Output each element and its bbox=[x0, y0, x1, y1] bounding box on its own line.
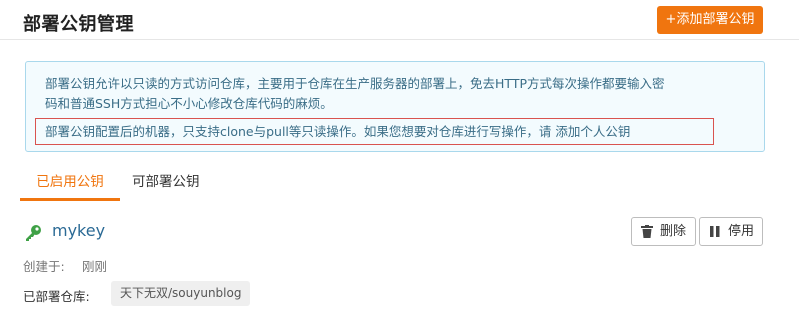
deployed-repos-label: 已部署仓库: bbox=[23, 289, 90, 304]
delete-button-label: 删除 bbox=[660, 224, 687, 239]
key-icon bbox=[26, 225, 41, 241]
info-text-line-2: 码和普通SSH方式担心不小心修改仓库代码的麻烦。 bbox=[45, 96, 333, 111]
delete-button[interactable]: 删除 bbox=[631, 217, 696, 246]
add-deploy-key-button[interactable]: +添加部署公钥 bbox=[657, 6, 763, 34]
readonly-notice-highlight: 部署公钥配置后的机器，只支持clone与pull等只读操作。如果您想要对仓库进行… bbox=[35, 118, 714, 145]
created-value: 刚刚 bbox=[82, 259, 108, 274]
repo-tag[interactable]: 天下无双/souyunblog bbox=[111, 281, 251, 306]
info-text-line-3[interactable]: 部署公钥配置后的机器，只支持clone与pull等只读操作。如果您想要对仓库进行… bbox=[45, 121, 630, 142]
disable-button[interactable]: 停用 bbox=[699, 217, 763, 246]
trash-icon bbox=[641, 225, 653, 238]
info-text-line-1: 部署公钥允许以只读的方式访问仓库，主要用于仓库在生产服务器的部署上，免去HTTP… bbox=[45, 76, 665, 91]
tab-deployable-keys[interactable]: 可部署公钥 bbox=[132, 167, 200, 201]
disable-button-label: 停用 bbox=[728, 224, 755, 239]
key-name: mykey bbox=[52, 221, 106, 240]
page-header: 部署公钥管理 +添加部署公钥 bbox=[0, 0, 799, 40]
created-label: 创建于: bbox=[23, 259, 65, 274]
tab-enabled-keys[interactable]: 已启用公钥 bbox=[20, 167, 120, 201]
info-notice: 部署公钥允许以只读的方式访问仓库，主要用于仓库在生产服务器的部署上，免去HTTP… bbox=[25, 61, 765, 152]
pause-icon bbox=[710, 226, 720, 237]
page-title: 部署公钥管理 bbox=[23, 14, 134, 35]
